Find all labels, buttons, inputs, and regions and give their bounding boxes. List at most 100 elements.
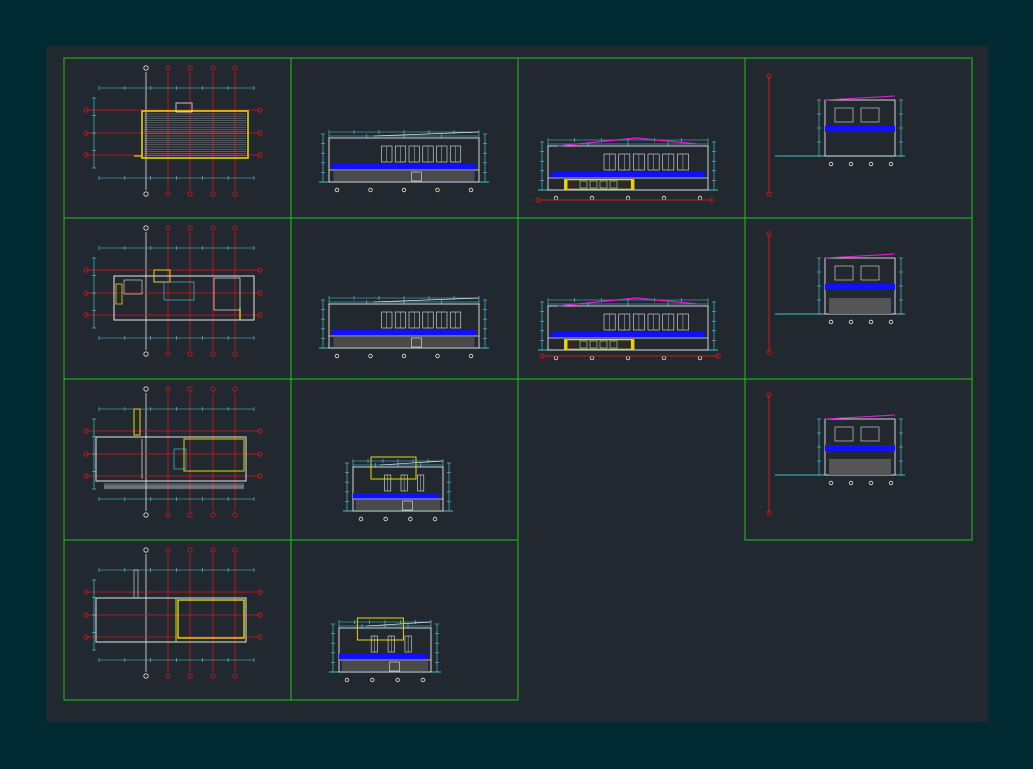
grid-bubble [401, 353, 407, 359]
column [115, 283, 123, 305]
grid-bubble [368, 187, 373, 193]
grid-bubble [232, 512, 238, 518]
grid-bubble [420, 677, 426, 683]
grid-bubble [143, 65, 149, 71]
floor-slab [825, 126, 895, 132]
grid-bubble [828, 161, 834, 167]
grid-bubble [232, 673, 238, 679]
grid-bubble [408, 516, 413, 522]
grid-bubble [589, 195, 595, 201]
grid-bubble [165, 351, 171, 357]
grid-bubble [165, 547, 171, 553]
grid-bubble [143, 547, 149, 553]
section-baseline [535, 197, 715, 203]
roof-line [824, 253, 896, 259]
grid-bubble [143, 673, 149, 679]
grid-bubble [661, 195, 667, 201]
window [860, 426, 880, 442]
grid-bubble [187, 547, 193, 553]
upper-box [370, 456, 417, 480]
grid-bubble [868, 319, 874, 325]
roof-line [379, 460, 444, 466]
grid-bubble [165, 386, 171, 392]
elevation-elev-2 [319, 296, 489, 359]
grid-bubble [165, 191, 171, 197]
cad-drawing-canvas[interactable] [46, 46, 988, 722]
floor-slab [332, 330, 476, 336]
side-elevation-elev-side-1 [766, 73, 905, 197]
grid-bubble [210, 191, 216, 197]
stair-void [133, 569, 139, 599]
window [834, 426, 854, 442]
grid-bubble [165, 65, 171, 71]
grid-bubble [888, 319, 894, 325]
grid-bubble [143, 512, 149, 518]
ground-wall-hatch [333, 337, 475, 347]
side-elevation-elev-side-2 [766, 231, 905, 355]
grid-bubble [868, 480, 874, 486]
grid-bubble [553, 195, 559, 201]
grid-bubble [210, 512, 216, 518]
grid-bubble [888, 161, 894, 167]
grid-bubble [165, 225, 171, 231]
floor-outline [113, 275, 255, 321]
window [834, 107, 854, 123]
grid-bubble [232, 547, 238, 553]
grid-bubble [143, 225, 149, 231]
grid-bubble [210, 386, 216, 392]
grid-bubble [435, 187, 440, 193]
grid-bubble [187, 673, 193, 679]
grid-bubble [143, 386, 149, 392]
grid-bubble [165, 673, 171, 679]
ground-hatch [829, 298, 891, 314]
grid-bubble [848, 480, 854, 486]
grid-bubble [848, 161, 854, 167]
section-room [566, 339, 632, 350]
grid-bubble [210, 65, 216, 71]
grid-bubble [828, 319, 834, 325]
grid-bubble [868, 161, 874, 167]
grid-bubble [358, 516, 364, 522]
foundation-slab [177, 599, 245, 639]
grid-bubble [143, 191, 149, 197]
panel-frame-elev-side-1 [744, 57, 973, 219]
grid-bubble [232, 351, 238, 357]
grid-bubble [143, 351, 149, 357]
grid-bubble [828, 480, 834, 486]
grid-bubble [468, 353, 474, 359]
section-sect-2 [538, 297, 718, 361]
grid-bubble [187, 351, 193, 357]
grid-bubble [232, 386, 238, 392]
grid-bubble [232, 225, 238, 231]
ground-wall-hatch [333, 171, 475, 181]
grid-bubble [210, 673, 216, 679]
roof-line [824, 414, 896, 420]
grid-bubble [210, 225, 216, 231]
grid-bubble [187, 191, 193, 197]
ground-hatch [829, 459, 891, 475]
grid-bubble [210, 351, 216, 357]
drawing-sheet[interactable] [46, 46, 988, 722]
roof-line [366, 621, 432, 627]
floor-slab [332, 164, 476, 170]
grid-bubble [334, 353, 340, 359]
floor-plan-plan-ground [83, 386, 263, 518]
grid-bubble [435, 353, 440, 359]
foundation-outline [95, 597, 247, 643]
grid-bubble [697, 195, 703, 201]
elevation-elev-1 [319, 130, 489, 193]
floor-plan-plan-foundation [83, 547, 263, 679]
panel-frame-plan-ground [63, 378, 292, 541]
roof-line [373, 297, 480, 303]
grid-bubble [848, 319, 854, 325]
grid-bubble [383, 516, 388, 522]
panel-frames [63, 57, 973, 701]
floor-slab [353, 493, 440, 499]
grid-bubble [344, 677, 350, 683]
floor-outline [95, 436, 247, 482]
grid-bubble [589, 355, 595, 361]
panel-frame-elev-4 [290, 539, 519, 701]
grid-bubble [625, 355, 631, 361]
room [163, 281, 195, 301]
grid-bubble [187, 225, 193, 231]
